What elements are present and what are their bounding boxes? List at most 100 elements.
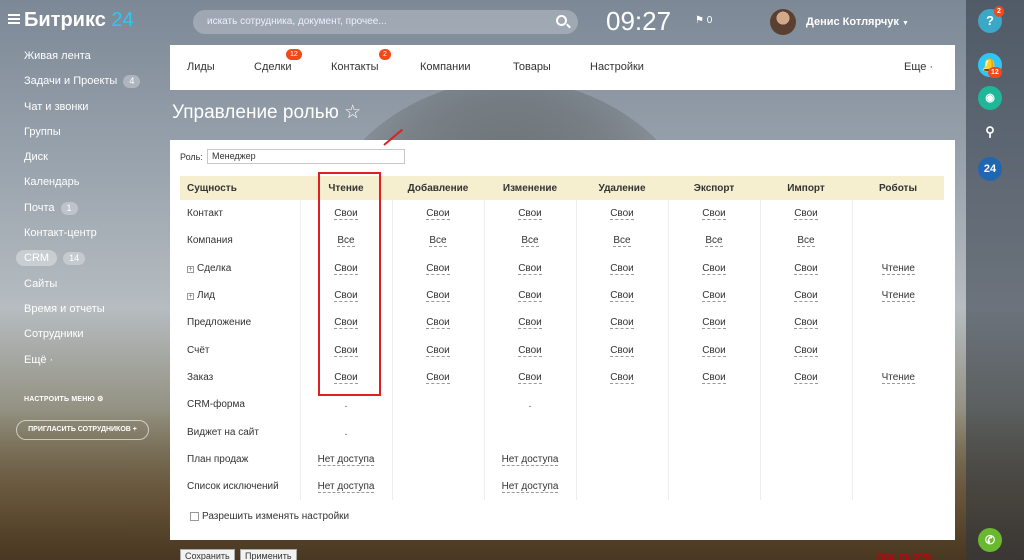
permission-value[interactable]: Свои (518, 317, 542, 330)
permission-value[interactable]: Свои (426, 317, 450, 330)
permission-value[interactable]: Нет доступа (501, 481, 559, 494)
permission-cell[interactable]: Нет доступа (484, 445, 577, 473)
permission-value[interactable]: . (529, 399, 532, 410)
permission-cell[interactable]: Свои (484, 281, 577, 310)
tab-item[interactable]: Сделки 12 (254, 49, 302, 73)
permission-value[interactable]: Свои (426, 344, 450, 357)
sidebar-item[interactable]: Задачи и Проекты 4 (0, 69, 162, 94)
tab-more[interactable]: Еще · (904, 61, 933, 73)
permission-cell[interactable]: . (484, 391, 577, 419)
permission-value[interactable]: Чтение (881, 262, 915, 275)
permission-cell[interactable]: Свои (392, 281, 485, 310)
permission-value[interactable]: Свои (610, 344, 634, 357)
permission-value[interactable]: Свои (426, 290, 450, 303)
permission-value[interactable]: Свои (518, 344, 542, 357)
permission-cell[interactable]: Свои (760, 336, 853, 364)
permission-value[interactable]: Свои (702, 262, 726, 275)
entity-cell[interactable]: + Лид (180, 281, 301, 310)
permission-value[interactable]: Все (613, 235, 631, 248)
permission-cell[interactable]: . (300, 418, 393, 446)
permission-value[interactable]: Свои (702, 317, 726, 330)
permission-cell[interactable]: Свои (760, 200, 853, 228)
permission-value[interactable]: Свои (702, 344, 726, 357)
tab-item[interactable]: Компании (420, 61, 471, 73)
sidebar-item[interactable]: Сотрудники (0, 322, 162, 347)
logo[interactable]: Битрикс 24 (24, 9, 134, 32)
chat-icon[interactable]: ◉ (978, 86, 1002, 110)
permission-value[interactable]: Свои (518, 262, 542, 275)
permission-value[interactable]: Чтение (881, 290, 915, 303)
permission-value[interactable]: Свои (610, 317, 634, 330)
permission-cell[interactable]: Все (668, 227, 761, 255)
permission-cell[interactable]: Свои (760, 281, 853, 310)
permission-value[interactable]: Свои (610, 208, 634, 221)
permission-value[interactable]: Нет доступа (317, 453, 375, 466)
permission-value[interactable]: Чтение (881, 371, 915, 384)
permission-value[interactable]: Свои (794, 208, 818, 221)
permission-value[interactable]: Свои (794, 344, 818, 357)
permission-cell[interactable]: Свои (484, 254, 577, 282)
configure-menu-button[interactable]: НАСТРОИТЬ МЕНЮ ⚙ (24, 395, 104, 403)
permission-value[interactable]: Свои (610, 262, 634, 275)
sidebar-item[interactable]: CRM 14 (0, 246, 162, 271)
invite-employees-button[interactable]: ПРИГЛАСИТЬ СОТРУДНИКОВ + (16, 420, 149, 440)
flag-counter[interactable]: ⚑ 0 (695, 15, 712, 26)
sidebar-item[interactable]: Живая лента (0, 44, 162, 69)
permission-value[interactable]: Свои (518, 290, 542, 303)
permission-value[interactable]: Все (521, 235, 539, 248)
permission-cell[interactable]: Свои (392, 309, 485, 337)
permission-value[interactable]: Свои (426, 208, 450, 221)
permission-cell[interactable]: Свои (760, 363, 853, 392)
sidebar-item[interactable]: Диск (0, 145, 162, 170)
delete-role-link[interactable]: Удалить роль (876, 551, 933, 560)
sidebar-item[interactable]: Группы (0, 120, 162, 145)
permission-cell[interactable]: Нет доступа (300, 472, 393, 501)
save-button[interactable]: Сохранить (180, 549, 235, 560)
sidebar-item[interactable]: Время и отчеты (0, 297, 162, 322)
permission-cell[interactable]: Свои (576, 254, 669, 282)
permission-cell[interactable]: Свои (392, 363, 485, 392)
bell-icon[interactable]: 🔔 12 (978, 53, 1002, 78)
permission-cell[interactable]: Свои (668, 309, 761, 337)
permission-cell[interactable]: Свои (484, 336, 577, 364)
permission-cell[interactable]: Свои (668, 281, 761, 310)
sidebar-item[interactable]: Чат и звонки (0, 95, 162, 120)
permission-cell[interactable]: Свои (484, 363, 577, 392)
permission-cell[interactable]: Свои (484, 309, 577, 337)
expand-icon[interactable]: + (187, 293, 194, 301)
search-icon[interactable] (556, 15, 567, 26)
permission-cell[interactable]: Все (392, 227, 485, 255)
permission-value[interactable]: Свои (610, 371, 634, 384)
tab-item[interactable]: Контакты 2 (331, 49, 391, 73)
permission-value[interactable]: Свои (794, 317, 818, 330)
permission-cell[interactable]: Нет доступа (300, 445, 393, 473)
clock[interactable]: 09:27 (606, 6, 671, 37)
permission-cell[interactable]: Все (484, 227, 577, 255)
permission-cell[interactable]: Свои (760, 309, 853, 337)
menu-burger-icon[interactable] (8, 14, 20, 24)
permission-cell[interactable]: Свои (668, 336, 761, 364)
permission-cell[interactable]: Чтение (852, 364, 944, 391)
tab-item[interactable]: Лиды (187, 61, 215, 73)
permission-cell[interactable]: Свои (668, 363, 761, 392)
permission-cell[interactable]: Свои (392, 254, 485, 282)
permission-value[interactable]: Все (797, 235, 815, 248)
sidebar-item[interactable]: Ещё · (0, 348, 162, 373)
permission-cell[interactable]: Свои (392, 336, 485, 364)
permission-cell[interactable]: Свои (576, 309, 669, 337)
permission-cell[interactable]: Все (760, 227, 853, 255)
phone-icon[interactable]: ✆ (978, 528, 1002, 552)
help-icon[interactable]: ? 2 (978, 6, 1004, 33)
tab-item[interactable]: Настройки (590, 61, 644, 73)
permission-value[interactable]: Свои (794, 371, 818, 384)
search-icon[interactable]: ⚲ (978, 120, 1002, 144)
permission-value[interactable]: Свои (426, 371, 450, 384)
permission-cell[interactable]: Свои (760, 254, 853, 282)
permission-value[interactable]: Свои (794, 290, 818, 303)
permission-cell[interactable]: Нет доступа (484, 472, 577, 501)
permission-cell[interactable]: Свои (576, 363, 669, 392)
permission-value[interactable]: . (345, 399, 348, 410)
permission-value[interactable]: Свои (518, 208, 542, 221)
sidebar-item[interactable]: Контакт-центр (0, 221, 162, 246)
permission-cell[interactable]: Свои (576, 281, 669, 310)
